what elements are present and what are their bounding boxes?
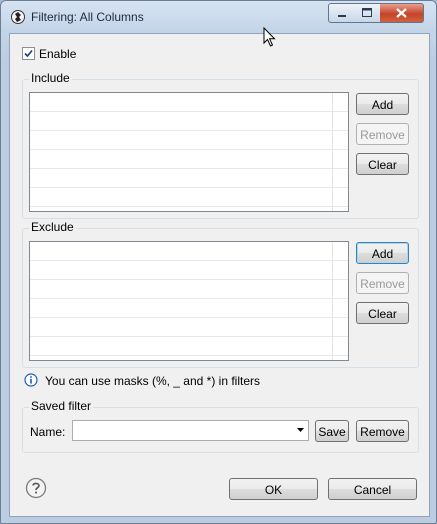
dropdown-arrow-icon[interactable] bbox=[297, 428, 304, 432]
include-remove-button[interactable]: Remove bbox=[356, 123, 409, 145]
saved-filter-group-label: Saved filter bbox=[29, 399, 94, 413]
include-list[interactable] bbox=[29, 92, 349, 212]
minimize-button[interactable] bbox=[328, 3, 356, 23]
close-button[interactable] bbox=[380, 3, 424, 23]
exclude-list-column-divider bbox=[332, 242, 333, 360]
mouse-cursor-icon bbox=[263, 27, 276, 47]
include-clear-button[interactable]: Clear bbox=[356, 153, 409, 175]
exclude-group-label: Exclude bbox=[29, 220, 76, 234]
exclude-clear-button[interactable]: Clear bbox=[356, 302, 409, 324]
include-list-rows bbox=[30, 93, 348, 211]
checkmark-icon bbox=[24, 49, 33, 58]
include-list-column-divider bbox=[332, 93, 333, 211]
dialog-body: Enable Include Add Remove Clear Exclude … bbox=[9, 33, 430, 517]
app-icon bbox=[11, 10, 25, 24]
maximize-icon bbox=[362, 8, 372, 17]
exclude-remove-button[interactable]: Remove bbox=[356, 272, 409, 294]
include-add-button[interactable]: Add bbox=[356, 93, 409, 115]
saved-filter-remove-button[interactable]: Remove bbox=[356, 420, 409, 442]
include-group: Include Add Remove Clear bbox=[22, 71, 419, 219]
include-group-label: Include bbox=[29, 71, 72, 85]
enable-checkbox[interactable] bbox=[22, 47, 35, 60]
exclude-list[interactable] bbox=[29, 241, 349, 361]
window-title: Filtering: All Columns bbox=[31, 10, 144, 24]
info-text: You can use masks (%, _ and *) in filter… bbox=[45, 374, 260, 388]
exclude-list-rows bbox=[30, 242, 348, 360]
exclude-group: Exclude Add Remove Clear bbox=[22, 220, 419, 368]
title-bar[interactable]: Filtering: All Columns bbox=[1, 1, 436, 33]
minimize-icon bbox=[338, 15, 346, 17]
maximize-button[interactable] bbox=[354, 3, 381, 23]
close-icon bbox=[396, 8, 407, 18]
saved-filter-save-button[interactable]: Save bbox=[315, 420, 349, 442]
name-label: Name: bbox=[30, 425, 66, 439]
info-icon bbox=[24, 373, 38, 387]
enable-label: Enable bbox=[39, 47, 77, 61]
cancel-button[interactable]: Cancel bbox=[328, 478, 417, 500]
saved-filter-name-combo[interactable] bbox=[72, 420, 309, 441]
ok-button[interactable]: OK bbox=[229, 478, 318, 500]
dialog-window: Filtering: All Columns Enable Include Ad… bbox=[0, 0, 437, 524]
exclude-add-button[interactable]: Add bbox=[356, 242, 409, 264]
help-icon[interactable] bbox=[25, 477, 47, 499]
